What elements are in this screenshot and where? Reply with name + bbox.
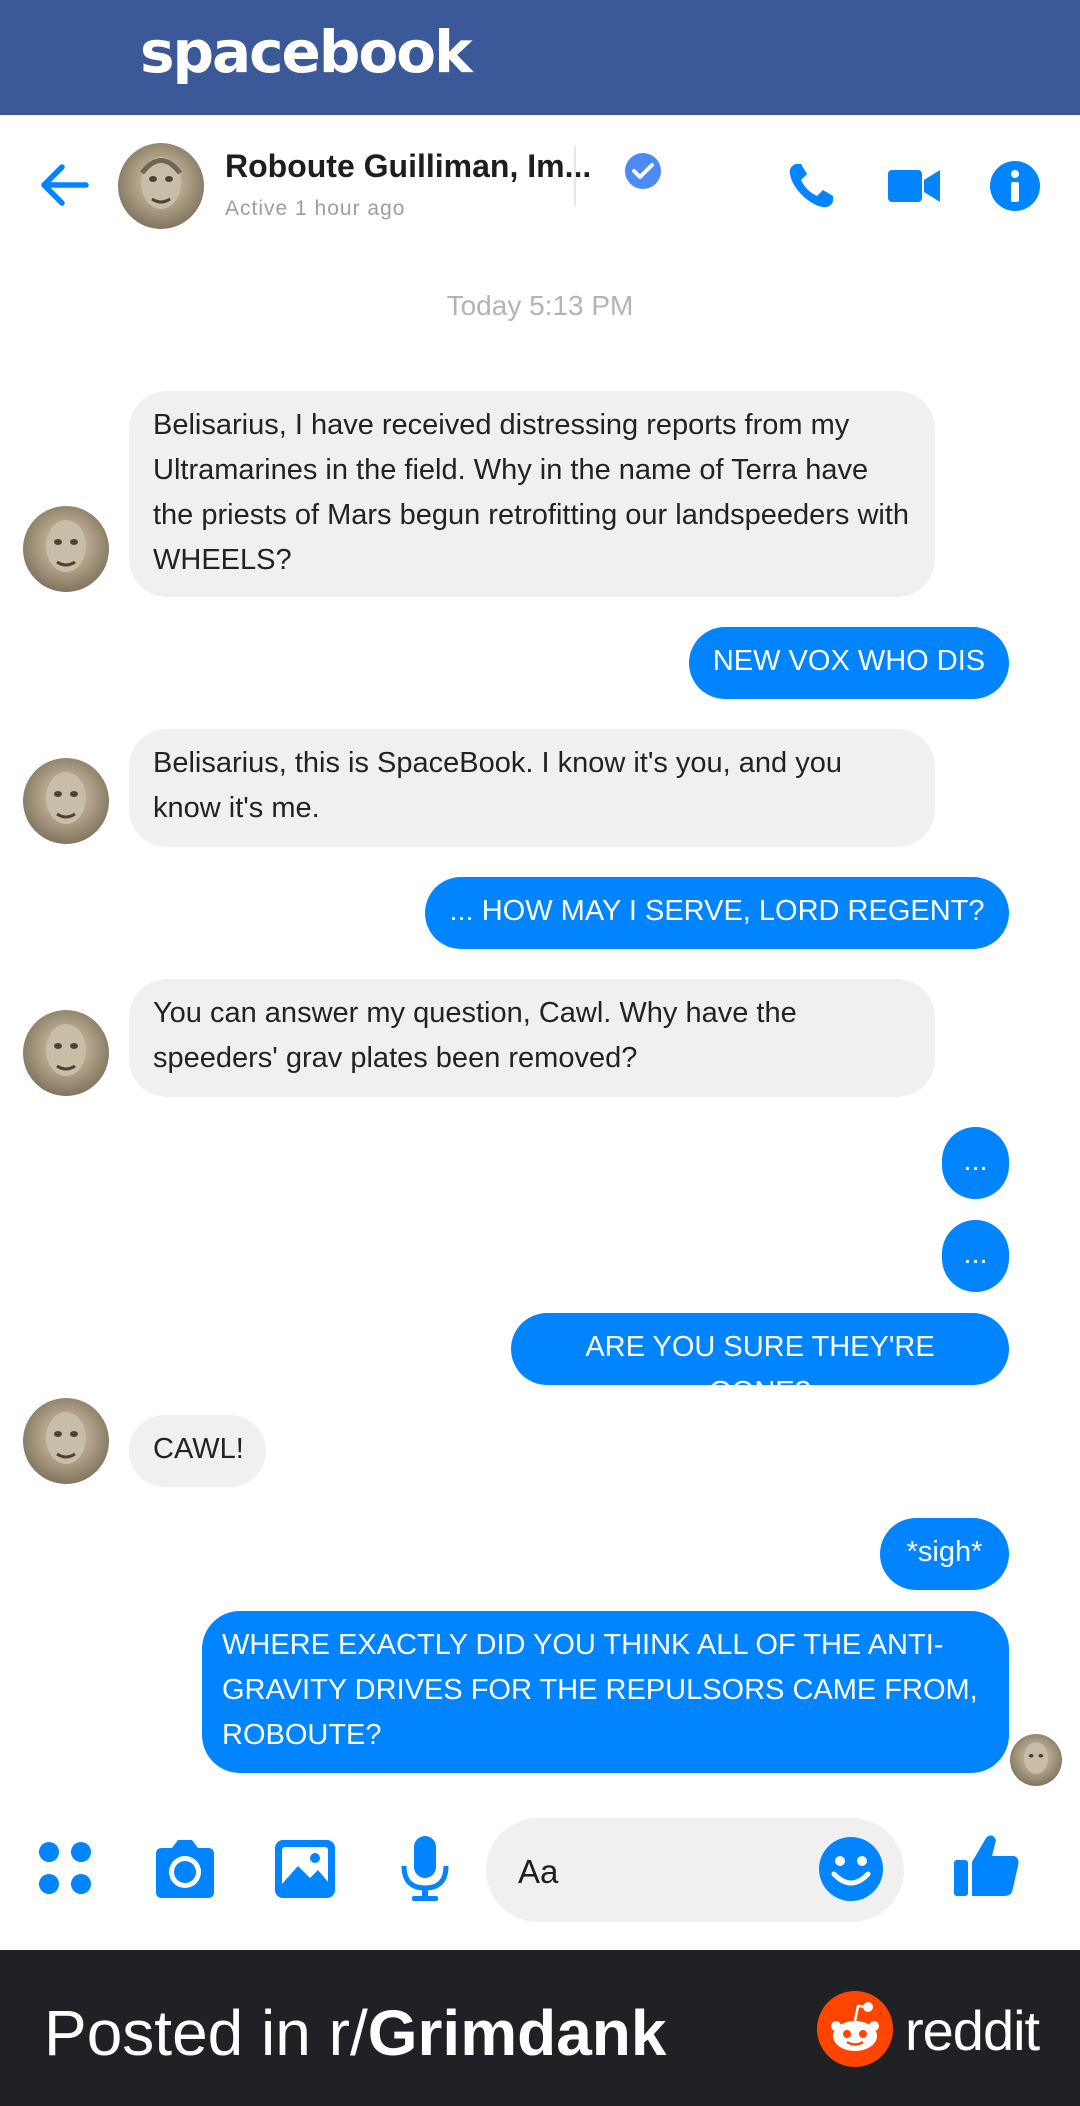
info-icon[interactable]	[987, 158, 1043, 214]
header-divider	[574, 146, 576, 206]
subreddit-name[interactable]: Grimdank	[368, 1997, 667, 2069]
microphone-icon[interactable]	[390, 1834, 460, 1904]
phone-icon[interactable]	[783, 158, 839, 214]
app-brand-logo: spacebook	[140, 18, 473, 86]
app-top-bar: spacebook	[0, 0, 1080, 115]
contact-avatar[interactable]	[118, 143, 204, 229]
outgoing-message-bubble: ARE YOU SURE THEY'RE GONE?	[511, 1313, 1009, 1408]
contact-name[interactable]: Roboute Guilliman, Im...	[225, 148, 591, 185]
thumbs-up-icon[interactable]	[952, 1830, 1022, 1900]
outgoing-message-bubble: ...	[942, 1220, 1009, 1292]
outgoing-message-bubble: ...	[942, 1127, 1009, 1199]
outgoing-message-bubble: NEW VOX WHO DIS	[689, 627, 1009, 699]
sender-avatar[interactable]	[23, 1010, 109, 1096]
outgoing-message-bubble: *sigh*	[880, 1518, 1009, 1590]
incoming-message-bubble: You can answer my question, Cawl. Why ha…	[129, 979, 935, 1097]
apps-grid-icon[interactable]	[31, 1834, 101, 1904]
camera-icon[interactable]	[150, 1834, 220, 1904]
outgoing-message-bubble: ... HOW MAY I SERVE, LORD REGENT?	[425, 877, 1009, 949]
emoji-icon[interactable]	[816, 1834, 886, 1904]
verified-check-icon	[624, 152, 662, 190]
incoming-message-bubble: CAWL!	[129, 1415, 266, 1487]
reddit-snoo-icon	[816, 1990, 894, 2068]
posted-prefix: Posted in r/	[44, 1997, 368, 2069]
outgoing-message-bubble: WHERE EXACTLY DID YOU THINK ALL OF THE A…	[202, 1611, 1009, 1773]
sender-avatar[interactable]	[23, 506, 109, 592]
sender-avatar[interactable]	[23, 758, 109, 844]
gallery-image-icon[interactable]	[270, 1834, 340, 1904]
contact-status: Active 1 hour ago	[225, 197, 406, 220]
posted-in-label: Posted in r/Grimdank	[44, 1996, 666, 2070]
message-input-placeholder: Aa	[518, 1853, 559, 1890]
read-receipt-avatar	[1010, 1734, 1062, 1786]
sender-avatar[interactable]	[23, 1398, 109, 1484]
back-arrow-icon[interactable]	[36, 157, 92, 213]
reddit-wordmark: reddit	[905, 1999, 1040, 2062]
incoming-message-bubble: Belisarius, this is SpaceBook. I know it…	[129, 729, 935, 847]
incoming-message-bubble: Belisarius, I have received distressing …	[129, 391, 935, 597]
conversation-timestamp: Today 5:13 PM	[446, 290, 634, 321]
video-camera-icon[interactable]	[886, 158, 942, 214]
